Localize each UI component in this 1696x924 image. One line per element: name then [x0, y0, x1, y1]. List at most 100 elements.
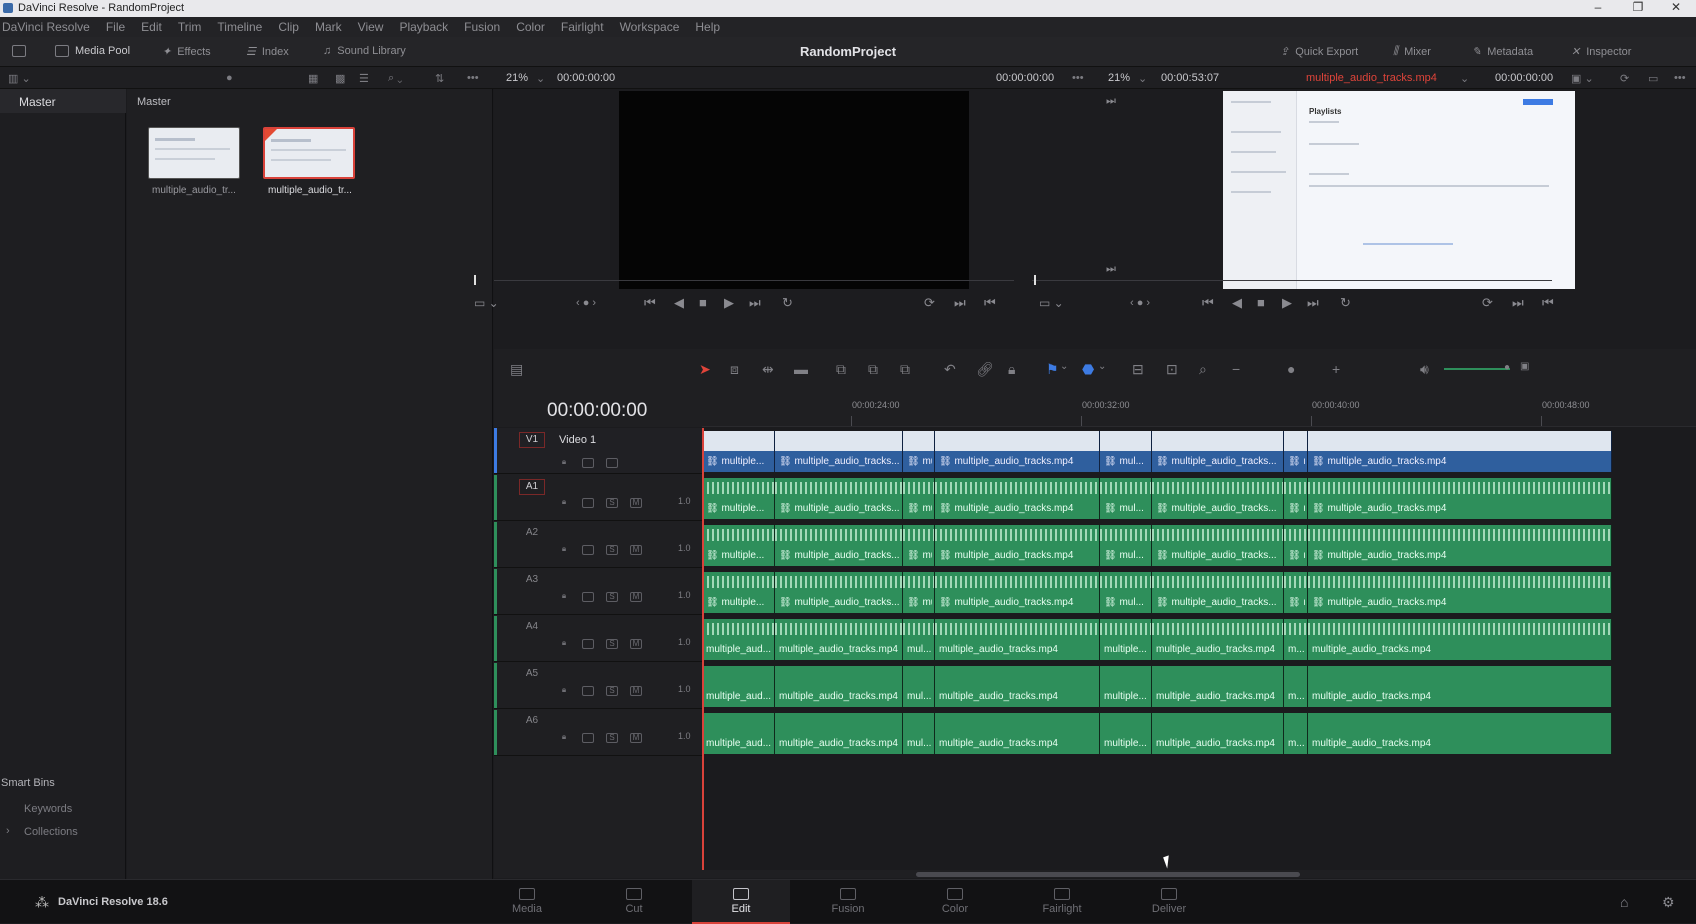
menu-file[interactable]: File: [106, 20, 125, 34]
audio-clip[interactable]: ⛓ multiple_audio_tracks...: [775, 572, 903, 613]
video-clip[interactable]: ⛓ mul...: [903, 431, 935, 472]
auto-select-icon[interactable]: [582, 545, 594, 555]
mute-button[interactable]: M: [630, 545, 642, 555]
zoom-full-icon[interactable]: ⊟: [1132, 361, 1144, 378]
mixer-button[interactable]: ⫼ Mixer: [1393, 45, 1431, 58]
menu-fusion[interactable]: Fusion: [464, 20, 500, 34]
go-first-icon[interactable]: ⏮: [644, 295, 656, 311]
solo-button[interactable]: S: [606, 686, 618, 696]
solo-button[interactable]: S: [606, 545, 618, 555]
bin-master[interactable]: Master: [0, 89, 126, 113]
solo-button[interactable]: S: [606, 733, 618, 743]
timeline-view-options-icon[interactable]: ▤: [510, 361, 523, 378]
audio-clip[interactable]: ⛓ multiple_audio_tracks...: [775, 525, 903, 566]
snapping-icon[interactable]: ↶: [944, 361, 956, 378]
source-zoom-chevron-icon[interactable]: ⌄: [536, 72, 545, 85]
zoom-out-icon[interactable]: −: [1232, 361, 1240, 377]
audio-clip[interactable]: m...: [1284, 619, 1308, 660]
auto-select-icon[interactable]: [582, 686, 594, 696]
track-header-a6[interactable]: A6 🔒︎ S M 1.0: [494, 710, 702, 756]
audio-clip[interactable]: ⛓ multiple_audio_tracks.mp4: [1308, 572, 1612, 613]
blade-tool-icon[interactable]: ▬: [794, 361, 808, 377]
audio-clip[interactable]: multiple_aud...: [702, 666, 775, 707]
sidebar-toggle-icon[interactable]: ▥ ⌄: [8, 72, 31, 85]
lock-track-icon[interactable]: 🔒︎: [558, 592, 570, 602]
volume-icon[interactable]: 🔊︎: [1420, 361, 1429, 378]
viewer-mode-icon[interactable]: ▭: [1648, 72, 1658, 85]
disable-track-icon[interactable]: [606, 458, 618, 468]
video-clip[interactable]: ⛓ multiple_audio_tracks.mp4: [935, 431, 1100, 472]
audio-clip[interactable]: multiple_audio_tracks.mp4: [1308, 619, 1612, 660]
timeline-tracks[interactable]: ⛓ multiple... ⛓ multiple_audio_tracks... ⛓…: [702, 428, 1696, 878]
audio-clip[interactable]: multiple_audio_tracks.mp4: [935, 713, 1100, 754]
audio-clip[interactable]: ⛓ multiple...: [702, 478, 775, 519]
timeline-ruler[interactable]: 00:00:24:00 00:00:32:00 00:00:40:00 00:0…: [702, 387, 1696, 427]
audio-clip[interactable]: multiple_audio_tracks.mp4: [1308, 666, 1612, 707]
menu-trim[interactable]: Trim: [178, 20, 202, 34]
auto-select-icon[interactable]: [582, 733, 594, 743]
flag-chevron-icon[interactable]: ⌄: [1060, 361, 1068, 372]
audio-clip[interactable]: mul...: [903, 713, 935, 754]
audio-clip[interactable]: multiple_audio_tracks.mp4: [1308, 713, 1612, 754]
menu-davinci-resolve[interactable]: DaVinci Resolve: [2, 20, 90, 34]
audio-clip[interactable]: mul...: [903, 666, 935, 707]
timeline-timecode-display[interactable]: 00:00:00:00: [494, 387, 702, 427]
viewer-options-icon[interactable]: •••: [1674, 72, 1686, 84]
timeline-stop-icon[interactable]: ■: [1257, 295, 1265, 310]
trim-tool-icon[interactable]: ⧈: [730, 361, 739, 378]
solo-button[interactable]: S: [606, 592, 618, 602]
audio-clip[interactable]: ⛓ multiple_audio_tracks...: [1152, 572, 1284, 613]
stop-icon[interactable]: ■: [699, 295, 707, 310]
marker-icon[interactable]: ⬣: [1082, 361, 1094, 378]
audio-clip[interactable]: ⛓ multiple_audio_tracks...: [775, 478, 903, 519]
page-color-button[interactable]: Color: [906, 880, 1004, 924]
media-clip-label[interactable]: multiple_audio_tr...: [144, 185, 244, 196]
search-icon[interactable]: ⌕ ⌄: [388, 72, 402, 85]
more-options-icon[interactable]: •••: [467, 72, 479, 84]
zoom-slider-handle[interactable]: ●: [1287, 361, 1295, 377]
audio-clip[interactable]: ⛓ m...: [1284, 572, 1308, 613]
video-clip[interactable]: ⛓ multiple...: [702, 431, 775, 472]
track-id[interactable]: A6: [519, 714, 545, 730]
track-header-a5[interactable]: A5 🔒︎ S M 1.0: [494, 663, 702, 709]
menu-view[interactable]: View: [358, 20, 384, 34]
list-view-icon[interactable]: ☰: [359, 72, 369, 85]
play-icon[interactable]: ▶: [724, 295, 734, 311]
audio-clip[interactable]: multiple_audio_tracks.mp4: [775, 619, 903, 660]
video-clip[interactable]: ⛓ multiple_audio_tracks...: [775, 431, 903, 472]
audio-clip[interactable]: multiple_aud...: [702, 713, 775, 754]
menu-help[interactable]: Help: [695, 20, 720, 34]
track-id[interactable]: V1: [519, 432, 545, 448]
metadata-button[interactable]: ✎ Metadata: [1472, 45, 1533, 59]
track-id[interactable]: A5: [519, 667, 545, 683]
sort-icon[interactable]: ⇅: [435, 72, 444, 85]
audio-clip[interactable]: ⛓ multiple_audio_tracks...: [1152, 478, 1284, 519]
timeline-play-reverse-icon[interactable]: ◀: [1232, 295, 1242, 311]
mute-button[interactable]: M: [630, 686, 642, 696]
home-icon[interactable]: ⌂: [1620, 894, 1628, 910]
jog-icon[interactable]: ‹ ● ›: [576, 297, 596, 309]
source-options-icon[interactable]: •••: [1072, 72, 1084, 84]
audio-clip[interactable]: ⛓ multiple_audio_tracks.mp4: [935, 525, 1100, 566]
audio-clip[interactable]: multiple_audio_tracks.mp4: [775, 666, 903, 707]
audio-clip[interactable]: ⛓ multiple_audio_tracks.mp4: [935, 572, 1100, 613]
audio-meter-icon[interactable]: ▣: [1520, 361, 1529, 372]
audio-clip[interactable]: multiple_audio_tracks.mp4: [775, 713, 903, 754]
menu-mark[interactable]: Mark: [315, 20, 342, 34]
auto-select-icon[interactable]: [582, 592, 594, 602]
insert-clip-icon[interactable]: ⧉: [836, 361, 846, 378]
timeline-mark-in-icon[interactable]: ⏭: [1512, 295, 1524, 311]
video-clip[interactable]: ⛓ multiple_audio_tracks.mp4: [1308, 431, 1612, 472]
mute-button[interactable]: M: [630, 639, 642, 649]
inspector-button[interactable]: ✕ Inspector: [1571, 45, 1631, 59]
minimize-button[interactable]: –: [1578, 0, 1618, 14]
marker-chevron-icon[interactable]: ⌄: [1098, 361, 1106, 372]
page-deliver-button[interactable]: Deliver: [1120, 880, 1218, 924]
menu-clip[interactable]: Clip: [278, 20, 299, 34]
grid-view-icon[interactable]: ▩: [335, 72, 345, 85]
audio-clip[interactable]: m...: [1284, 713, 1308, 754]
timeline-jog-icon[interactable]: ‹ ● ›: [1130, 297, 1150, 309]
timeline-go-first-icon[interactable]: ⏮: [1202, 295, 1214, 311]
audio-clip[interactable]: multiple_audio_tracks.mp4: [1152, 619, 1284, 660]
audio-clip[interactable]: mul...: [903, 619, 935, 660]
